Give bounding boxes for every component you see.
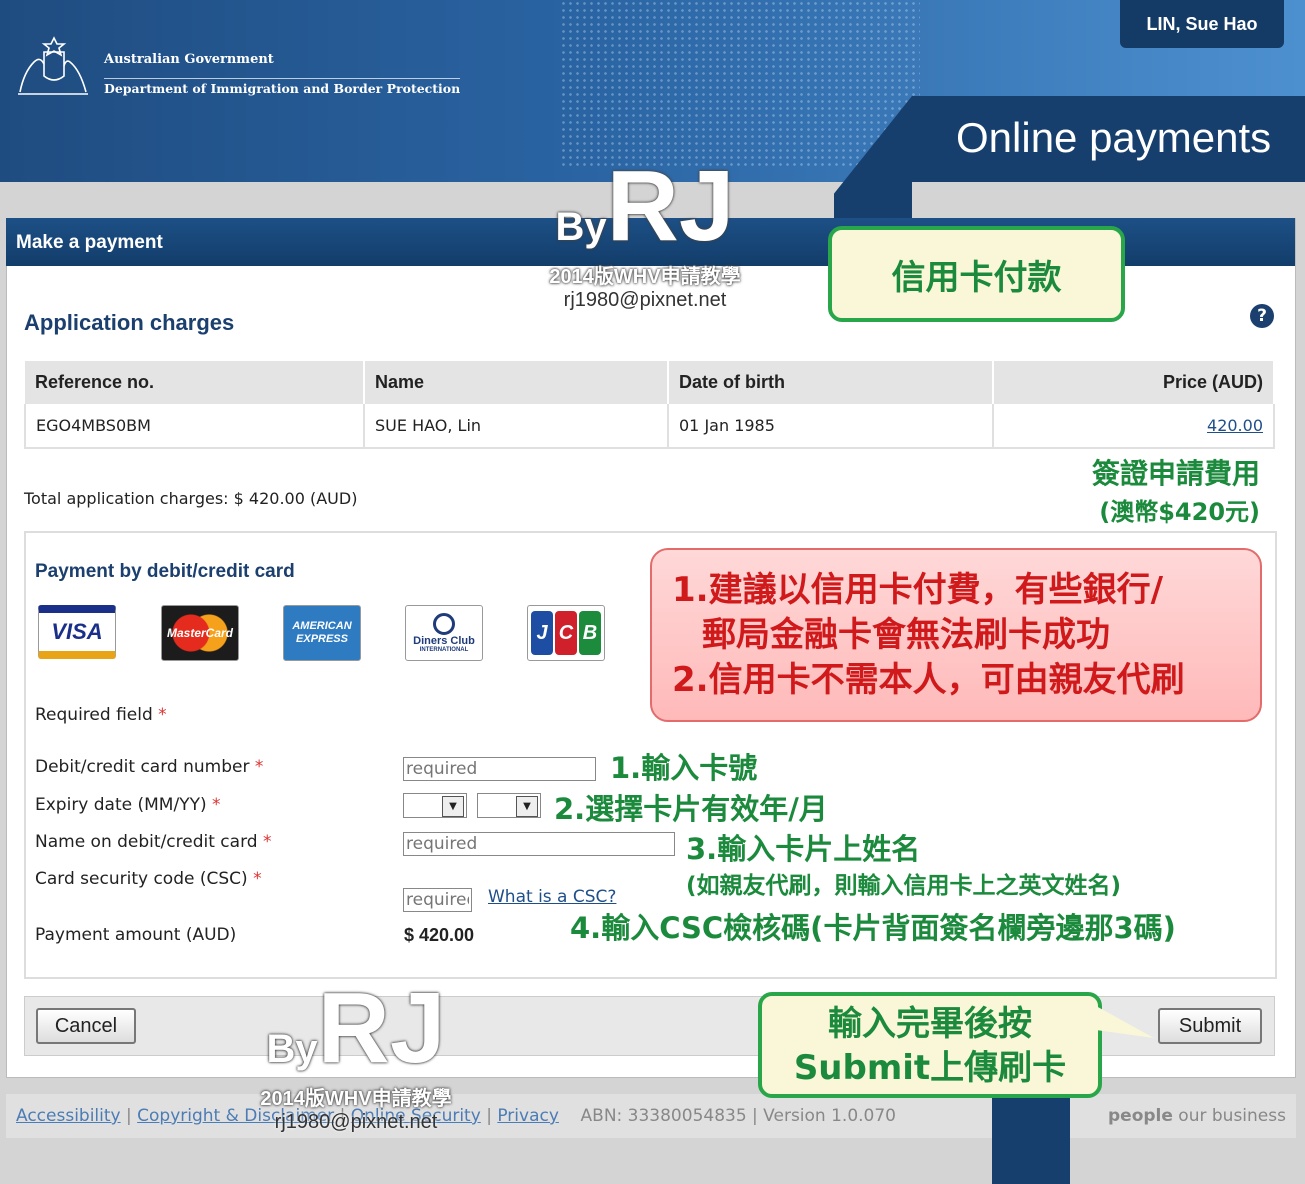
annotation-step-2: 2.選擇卡片有效年/月 (554, 792, 828, 826)
watermark-by: By (555, 205, 607, 249)
watermark-email: rj1980@pixnet.net (274, 1111, 438, 1133)
annotation-advice-line: 郵局金融卡會無法刷卡成功 (702, 615, 1110, 655)
coat-of-arms-icon (18, 36, 88, 95)
required-asterisk: * (262, 832, 272, 852)
card-number-label-text: Debit/credit card number (35, 757, 250, 777)
required-note-text: Required field (35, 705, 153, 725)
payment-amount-value: $ 420.00 (404, 925, 475, 945)
what-is-csc-link[interactable]: What is a CSC? (488, 887, 616, 907)
page-title: Online payments (956, 114, 1272, 161)
name-on-card-label-text: Name on debit/credit card (35, 832, 258, 852)
expiry-year-select[interactable]: ▼ (477, 793, 541, 818)
annotation-step-3-note: (如親友代刷，則輸入信用卡上之英文姓名) (686, 873, 1122, 899)
section-title: Application charges (24, 310, 235, 335)
chevron-down-icon: ▼ (442, 796, 464, 817)
user-name-badge[interactable]: LIN, Sue Hao (1120, 0, 1284, 48)
footer-link-privacy[interactable]: Privacy (497, 1106, 559, 1126)
reference-cell: EGO4MBS0BM (24, 404, 365, 449)
mastercard-text: MasterCard (166, 626, 234, 640)
price-cell: 420.00 (993, 404, 1275, 449)
csc-input[interactable] (403, 888, 472, 912)
csc-label-text: Card security code (CSC) (35, 869, 248, 889)
column-header: Name (364, 361, 669, 404)
required-asterisk: * (253, 869, 262, 889)
name-on-card-input[interactable] (403, 832, 675, 856)
name-on-card-label: Name on debit/credit card * (35, 832, 271, 852)
footer-brand: people our business (1108, 1106, 1286, 1126)
annotation-credit-card-payment: 信用卡付款 (828, 226, 1125, 322)
annotation-submit: 輸入完畢後按 Submit上傳刷卡 (758, 992, 1102, 1098)
visa-logo: VISA (38, 605, 116, 659)
chevron-down-icon: ▼ (516, 796, 538, 817)
name-cell: SUE HAO, Lin (364, 404, 669, 449)
annotation-step-1: 1.輸入卡號 (610, 751, 758, 785)
required-asterisk: * (158, 705, 167, 725)
annotation-submit-line: Submit上傳刷卡 (793, 1048, 1067, 1088)
annotation-step-3: 3.輸入卡片上姓名 (686, 832, 921, 866)
required-note: Required field * (35, 705, 167, 725)
csc-label: Card security code (CSC) * (35, 869, 262, 889)
jcb-letter: C (555, 611, 577, 655)
jcb-logo: JCB (527, 605, 605, 661)
payment-amount-label: Payment amount (AUD) (35, 925, 237, 945)
expiry-label: Expiry date (MM/YY) * (35, 795, 221, 815)
watermark-subtitle: 2014版WHV申請教學 (549, 266, 741, 288)
department-name: Department of Immigration and Border Pro… (104, 78, 461, 96)
required-asterisk: * (212, 795, 221, 815)
expiry-label-text: Expiry date (MM/YY) (35, 795, 207, 815)
required-asterisk: * (254, 757, 264, 777)
diners-club-logo: Diners Club INTERNATIONAL (405, 605, 483, 661)
dob-cell: 01 Jan 1985 (668, 404, 994, 449)
diners-circle-icon (433, 613, 455, 635)
annotation-card-advice: 1.建議以信用卡付費，有些銀行/ 郵局金融卡會無法刷卡成功 2.信用卡不需本人，… (650, 548, 1262, 722)
cancel-button[interactable]: Cancel (36, 1008, 136, 1044)
expiry-month-select[interactable]: ▼ (403, 793, 467, 818)
annotation-advice-line: 1.建議以信用卡付費，有些銀行/ (672, 570, 1163, 610)
payment-title: Payment by debit/credit card (35, 561, 295, 582)
watermark-subtitle: 2014版WHV申請教學 (260, 1088, 452, 1110)
footer-brand-rest: our business (1172, 1106, 1286, 1126)
watermark-initials: RJ (317, 972, 446, 1084)
annotation-fee-amount: (澳幣$420元) (1099, 498, 1260, 526)
annotation-submit-line: 輸入完畢後按 (828, 1004, 1032, 1044)
diners-subtext: INTERNATIONAL (419, 647, 469, 653)
card-number-input[interactable] (403, 757, 596, 781)
card-number-label: Debit/credit card number * (35, 757, 263, 777)
column-header: Price (AUD) (993, 361, 1275, 404)
footer-brand-bold: people (1108, 1106, 1173, 1126)
charges-table: Reference no. Name Date of birth Price (… (24, 361, 1275, 449)
annotation-fee: 簽證申請費用 (1091, 457, 1260, 490)
footer-link-accessibility[interactable]: Accessibility (16, 1106, 121, 1126)
world-map-dots (560, 0, 920, 170)
table-row: EGO4MBS0BM SUE HAO, Lin 01 Jan 1985 420.… (24, 404, 1275, 449)
annotation-advice-line: 2.信用卡不需本人，可由親友代刷 (672, 660, 1185, 700)
column-header: Reference no. (25, 361, 365, 404)
watermark-initials: RJ (606, 150, 735, 262)
mastercard-logo: MasterCard (161, 605, 239, 661)
watermark-top: ByRJ 2014版WHV申請教學 rj1980@pixnet.net (525, 156, 765, 312)
total-charges: Total application charges: $ 420.00 (AUD… (24, 489, 358, 508)
watermark-email: rj1980@pixnet.net (563, 289, 727, 311)
gov-name: Australian Government (104, 52, 274, 67)
watermark-by: By (266, 1027, 318, 1071)
diners-text: Diners Club (413, 635, 475, 647)
help-icon[interactable]: ? (1250, 304, 1274, 328)
table-header-row: Reference no. Name Date of birth Price (… (25, 361, 1275, 404)
panel-title: Make a payment (16, 232, 163, 253)
footer-decoration (992, 1094, 1070, 1184)
jcb-letter: J (531, 611, 553, 655)
watermark-bottom: ByRJ 2014版WHV申請教學 rj1980@pixnet.net (236, 978, 476, 1134)
amex-logo: AMERICAN EXPRESS (283, 605, 361, 661)
column-header: Date of birth (668, 361, 994, 404)
jcb-letter: B (579, 611, 601, 655)
price-link[interactable]: 420.00 (1207, 416, 1263, 435)
submit-button[interactable]: Submit (1158, 1008, 1262, 1044)
annotation-step-4: 4.輸入CSC檢核碼(卡片背面簽名欄旁邊那3碼) (570, 911, 1176, 945)
footer-abn: ABN: 33380054835 | Version 1.0.070 (580, 1106, 896, 1126)
